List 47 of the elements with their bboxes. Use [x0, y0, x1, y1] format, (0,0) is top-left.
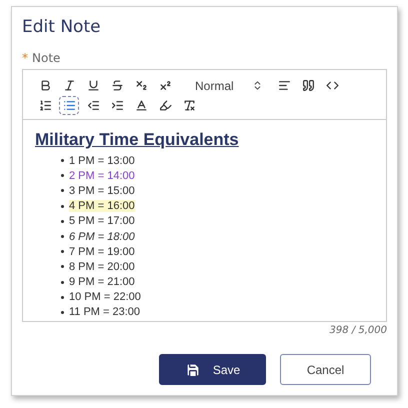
list-item-text: 3 PM = 15:00: [69, 184, 135, 197]
superscript-icon: [158, 79, 172, 92]
list-item-text: 1 PM = 13:00: [69, 154, 135, 167]
bullet-icon: [61, 310, 64, 314]
list-item-text: 4 PM = 16:00: [69, 200, 135, 212]
bullet-icon: [61, 220, 64, 223]
bullet-list-icon: [62, 99, 76, 112]
subscript-icon: [134, 79, 148, 92]
save-button[interactable]: Save: [159, 354, 266, 385]
list-item-text: 5 PM = 17:00: [69, 215, 135, 228]
bullet-icon: [61, 204, 64, 208]
text-color-icon: [134, 99, 148, 112]
indent-icon: [110, 99, 124, 112]
bullet-icon: [61, 174, 64, 178]
bullet-icon: [61, 265, 64, 268]
quote-icon: [302, 79, 316, 92]
field-label: Note: [32, 51, 60, 65]
note-heading: Military Time Equivalents: [35, 130, 240, 150]
dialog-title: Edit Note: [22, 17, 102, 37]
bullet-icon: [61, 250, 64, 254]
required-mark: *: [22, 51, 28, 65]
align-left-icon: [278, 79, 292, 92]
list-item-text: 11 PM = 23:00: [69, 306, 140, 318]
italic-icon: [62, 79, 76, 92]
list-item-text: 9 PM = 21:00: [69, 276, 135, 288]
rich-text-editor[interactable]: Normal Military Time Equivalents 1 PM = 13:00 2 PM = 14:00 3 PM = 15:00 4 PM = 16:00 5 PM = 17:00 6 PM = 18:00 7 PM = 19:00 8 PM = 20:00 9 PM = 21:00 10 PM = 22:00 11 PM = 23:00: [22, 69, 387, 322]
highlighter-icon: [158, 99, 172, 112]
underline-icon: [86, 79, 100, 92]
bullet-icon: [61, 296, 64, 299]
bullet-icon: [61, 280, 64, 284]
list-item-text: 2 PM = 14:00: [69, 170, 135, 182]
clear-format-icon: [182, 99, 196, 112]
list-item-text: 8 PM = 20:00: [69, 260, 135, 273]
bullet-list-button[interactable]: [59, 96, 79, 115]
bullet-icon: [61, 189, 64, 192]
code-icon: [326, 79, 340, 92]
cancel-button[interactable]: Cancel: [280, 354, 371, 385]
list-item-text: 6 PM = 18:00: [69, 230, 135, 243]
bold-icon: [38, 79, 52, 92]
list-item-text: 10 PM = 22:00: [69, 291, 141, 304]
ordered-list-icon: [38, 99, 52, 112]
outdent-icon: [86, 99, 100, 112]
character-counter: 398 / 5,000: [330, 325, 387, 336]
bullet-icon: [61, 159, 64, 162]
list-item-text: 7 PM = 19:00: [69, 246, 135, 258]
bullet-icon: [61, 235, 64, 238]
strikethrough-icon: [110, 79, 124, 92]
